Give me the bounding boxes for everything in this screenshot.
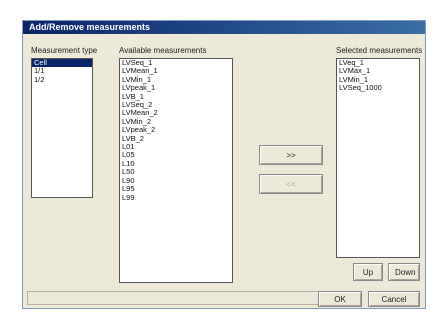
move-down-button[interactable]: Down [388, 263, 420, 281]
available-measurements-list[interactable]: LVSeq_1 LVMean_1 LVMin_1 LVpeak_1 LVB_1 … [119, 58, 233, 283]
ok-button[interactable]: OK [318, 291, 362, 307]
available-measurements-label: Available measurements [119, 46, 207, 55]
selected-measurements-label: Selected measurements [336, 46, 423, 55]
measurement-type-list[interactable]: Cell 1/1 1/2 [31, 58, 93, 198]
status-bar [27, 291, 341, 305]
available-measurement-item[interactable]: L90 [120, 176, 232, 185]
available-measurement-item[interactable]: L05 [120, 151, 232, 160]
available-measurement-item[interactable]: L50 [120, 167, 232, 176]
title-bar[interactable]: Add/Remove measurements [23, 21, 425, 34]
cancel-button[interactable]: Cancel [368, 291, 420, 307]
available-measurement-item[interactable]: L01 [120, 142, 232, 151]
remove-measurement-button[interactable]: << [259, 174, 323, 194]
dialog-title: Add/Remove measurements [29, 22, 151, 32]
available-measurement-item[interactable]: L95 [120, 184, 232, 193]
measurement-type-item[interactable]: 1/2 [32, 75, 92, 84]
selected-measurement-item[interactable]: LVSeq_1000 [337, 83, 419, 92]
available-measurement-item[interactable]: L99 [120, 193, 232, 202]
available-measurement-item[interactable]: LVB_2 [120, 134, 232, 143]
move-up-button[interactable]: Up [353, 263, 383, 281]
selected-measurements-list[interactable]: LVeq_1 LVMax_1 LVMin_1 LVSeq_1000 [336, 58, 420, 258]
available-measurement-item[interactable]: L10 [120, 159, 232, 168]
add-remove-measurements-dialog: Add/Remove measurements Measurement type… [22, 20, 426, 309]
measurement-type-label: Measurement type [31, 46, 98, 55]
add-measurement-button[interactable]: >> [259, 145, 323, 165]
